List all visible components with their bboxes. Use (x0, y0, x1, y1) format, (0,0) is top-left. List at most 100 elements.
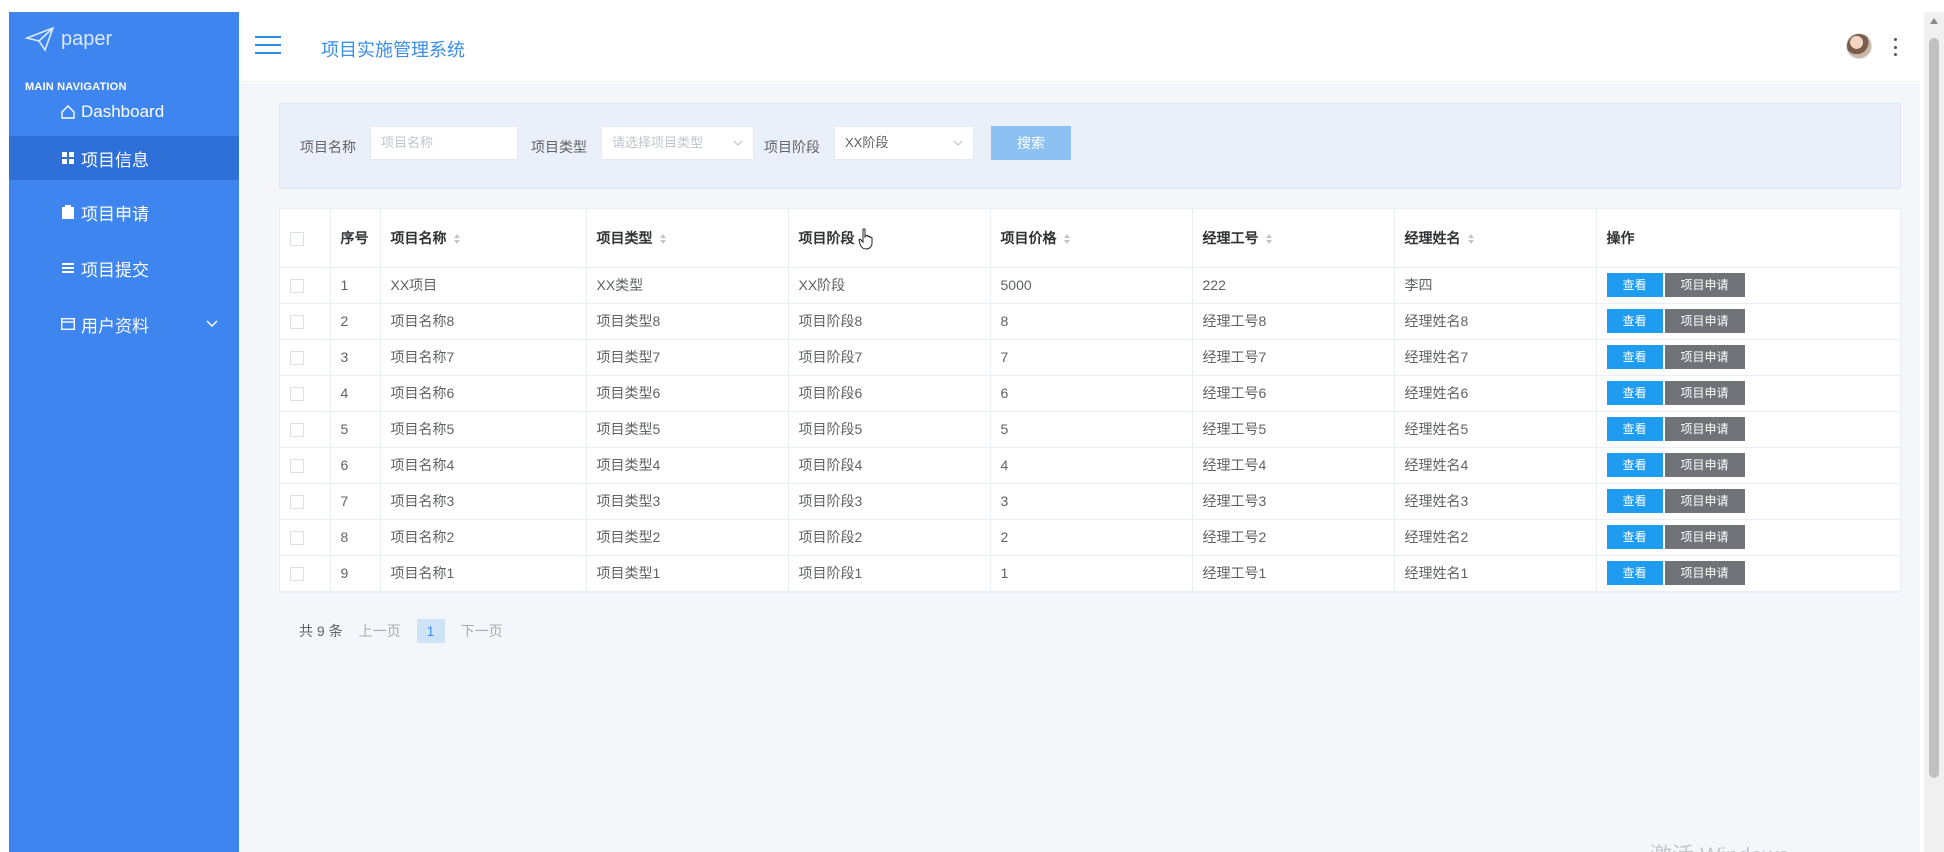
sidebar-item-label: 项目申请 (81, 204, 149, 224)
scroll-up-icon[interactable] (1930, 18, 1938, 24)
cell-manager-id: 经理工号7 (1192, 339, 1395, 376)
project-apply-button[interactable]: 项目申请 (1664, 525, 1745, 549)
column-header-manager-name[interactable]: 经理姓名 (1394, 209, 1597, 268)
cell-index: 7 (330, 483, 381, 520)
chevron-down-icon (206, 320, 218, 327)
view-button[interactable]: 查看 (1606, 417, 1663, 441)
more-options-icon[interactable] (1892, 38, 1898, 56)
sort-icon[interactable] (1467, 233, 1475, 245)
project-apply-button[interactable]: 项目申请 (1664, 345, 1745, 369)
row-select-cell (280, 411, 331, 448)
column-header-manager-id[interactable]: 经理工号 (1192, 209, 1395, 268)
scrollbar-thumb[interactable] (1929, 38, 1939, 778)
view-button[interactable]: 查看 (1606, 453, 1663, 477)
table-row[interactable]: 1 XX项目 XX类型 XX阶段 5000 222 李四 查看 项目申请 (280, 267, 1900, 304)
project-apply-button[interactable]: 项目申请 (1664, 453, 1745, 477)
project-type-select[interactable]: 请选择项目类型 (601, 126, 754, 160)
cell-actions: 查看 项目申请 (1596, 267, 1900, 304)
project-stage-select[interactable]: XX阶段 (834, 126, 974, 160)
view-button[interactable]: 查看 (1606, 345, 1663, 369)
project-apply-button[interactable]: 项目申请 (1664, 273, 1745, 297)
logo[interactable]: paper (25, 26, 112, 52)
cell-index: 1 (330, 267, 381, 304)
sidebar-item-project-info[interactable]: 项目信息 (9, 136, 261, 180)
view-button[interactable]: 查看 (1606, 273, 1663, 297)
row-select-cell (280, 303, 331, 340)
select-all-cell (280, 209, 331, 268)
sort-icon[interactable] (1265, 233, 1273, 245)
sort-icon[interactable] (1063, 233, 1071, 245)
sidebar-item-label: 项目提交 (81, 260, 149, 280)
table-row[interactable]: 7 项目名称3 项目类型3 项目阶段3 3 经理工号3 经理姓名3 查看 项目申请 (280, 483, 1900, 520)
sidebar-item-label: Dashboard (81, 102, 165, 121)
table-row[interactable]: 6 项目名称4 项目类型4 项目阶段4 4 经理工号4 经理姓名4 查看 项目申请 (280, 447, 1900, 484)
project-apply-button[interactable]: 项目申请 (1664, 309, 1745, 333)
column-header-price[interactable]: 项目价格 (990, 209, 1193, 268)
row-checkbox[interactable] (290, 423, 304, 438)
project-apply-button[interactable]: 项目申请 (1664, 381, 1745, 405)
cell-manager-name: 经理姓名5 (1394, 411, 1597, 448)
sidebar-item-project-apply[interactable]: 项目申请 (9, 190, 239, 234)
table-row[interactable]: 8 项目名称2 项目类型2 项目阶段2 2 经理工号2 经理姓名2 查看 项目申请 (280, 519, 1900, 556)
view-button[interactable]: 查看 (1606, 525, 1663, 549)
view-button[interactable]: 查看 (1606, 381, 1663, 405)
cell-actions: 查看 项目申请 (1596, 483, 1900, 520)
sidebar-item-project-submit[interactable]: 项目提交 (9, 246, 239, 290)
column-header-name[interactable]: 项目名称 (380, 209, 587, 268)
search-button[interactable]: 搜索 (991, 126, 1071, 160)
project-name-placeholder: 项目名称 (381, 135, 434, 150)
project-apply-button[interactable]: 项目申请 (1664, 561, 1745, 585)
cell-manager-id: 222 (1192, 267, 1395, 304)
prev-page-button[interactable]: 上一页 (359, 621, 401, 641)
cell-manager-id: 经理工号5 (1192, 411, 1395, 448)
row-checkbox[interactable] (290, 531, 304, 546)
cell-project-price: 6 (990, 375, 1193, 412)
row-checkbox[interactable] (290, 351, 304, 366)
column-header-stage[interactable]: 项目阶段 (788, 209, 991, 268)
table-row[interactable]: 9 项目名称1 项目类型1 项目阶段1 1 经理工号1 经理姓名1 查看 项目申请 (280, 555, 1900, 592)
cell-project-stage: 项目阶段8 (788, 303, 991, 340)
view-button[interactable]: 查看 (1606, 309, 1663, 333)
cell-project-type: 项目类型1 (586, 555, 789, 592)
row-checkbox[interactable] (290, 459, 304, 474)
grid-icon (59, 149, 77, 167)
cell-actions: 查看 项目申请 (1596, 411, 1900, 448)
row-checkbox[interactable] (290, 495, 304, 510)
next-page-button[interactable]: 下一页 (461, 621, 503, 641)
row-checkbox[interactable] (290, 567, 304, 582)
avatar[interactable] (1846, 33, 1872, 59)
row-checkbox[interactable] (290, 387, 304, 402)
row-checkbox[interactable] (290, 315, 304, 330)
sidebar-item-label: 用户资料 (81, 316, 149, 336)
column-header-label: 经理工号 (1202, 229, 1259, 246)
table-row[interactable]: 4 项目名称6 项目类型6 项目阶段6 6 经理工号6 经理姓名6 查看 项目申请 (280, 375, 1900, 412)
cell-project-type: 项目类型6 (586, 375, 789, 412)
cell-project-price: 4 (990, 447, 1193, 484)
column-header-type[interactable]: 项目类型 (586, 209, 789, 268)
project-apply-button[interactable]: 项目申请 (1664, 489, 1745, 513)
project-apply-button[interactable]: 项目申请 (1664, 417, 1745, 441)
project-name-input[interactable]: 项目名称 (370, 126, 518, 160)
row-checkbox[interactable] (290, 279, 304, 294)
table-row[interactable]: 3 项目名称7 项目类型7 项目阶段7 7 经理工号7 经理姓名7 查看 项目申请 (280, 339, 1900, 376)
column-header-index: 序号 (330, 209, 381, 268)
row-select-cell (280, 483, 331, 520)
cell-project-name: 项目名称7 (380, 339, 587, 376)
table-row[interactable]: 2 项目名称8 项目类型8 项目阶段8 8 经理工号8 经理姓名8 查看 项目申请 (280, 303, 1900, 340)
table-row[interactable]: 5 项目名称5 项目类型5 项目阶段5 5 经理工号5 经理姓名5 查看 项目申请 (280, 411, 1900, 448)
cell-project-price: 1 (990, 555, 1193, 592)
sort-icon[interactable] (659, 233, 667, 245)
sidebar-item-dashboard[interactable]: Dashboard (9, 90, 239, 134)
cell-project-name: XX项目 (380, 267, 587, 304)
cell-project-price: 7 (990, 339, 1193, 376)
page-number-current[interactable]: 1 (416, 619, 445, 643)
cell-project-type: 项目类型7 (586, 339, 789, 376)
select-all-checkbox[interactable] (290, 231, 304, 246)
view-button[interactable]: 查看 (1606, 561, 1663, 585)
sidebar-item-user-profile[interactable]: 用户资料 (9, 302, 239, 346)
vertical-scrollbar[interactable] (1924, 12, 1944, 852)
cell-manager-name: 经理姓名4 (1394, 447, 1597, 484)
view-button[interactable]: 查看 (1606, 489, 1663, 513)
sort-icon[interactable] (453, 233, 461, 245)
menu-toggle-icon[interactable] (255, 36, 281, 56)
